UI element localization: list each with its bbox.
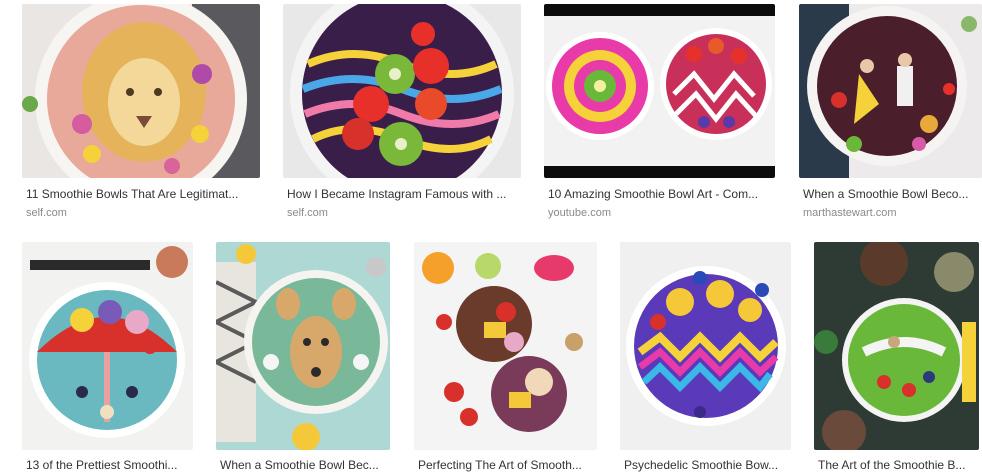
result-card-7[interactable]: Perfecting The Art of Smooth... [414, 242, 597, 473]
result-source: youtube.com [548, 207, 611, 219]
green-smoothie-bowls-image[interactable] [814, 242, 979, 450]
lion-smoothie-bowl-image[interactable] [22, 4, 260, 178]
result-card-9[interactable]: The Art of the Smoothie B... [814, 242, 979, 473]
result-caption[interactable]: When a Smoothie Bowl Bec... [220, 458, 386, 472]
result-card-6[interactable]: When a Smoothie Bowl Bec... [216, 242, 390, 473]
deer-smoothie-bowl-image[interactable] [216, 242, 390, 450]
fruit-bowls-image[interactable] [414, 242, 597, 450]
flower-smoothie-bowl-image[interactable] [22, 242, 193, 450]
result-source: marthastewart.com [803, 207, 897, 219]
kiwi-rainbow-smoothie-bowl-image[interactable] [283, 4, 521, 178]
result-caption[interactable]: 10 Amazing Smoothie Bowl Art - Com... [548, 187, 769, 201]
result-card-3[interactable]: 10 Amazing Smoothie Bowl Art - Com... yo… [544, 4, 775, 222]
result-card-4[interactable]: When a Smoothie Bowl Beco... marthastewa… [799, 4, 982, 222]
result-caption[interactable]: 13 of the Prettiest Smoothi... [26, 458, 189, 472]
result-caption[interactable]: 11 Smoothie Bowls That Are Legitimat... [26, 187, 254, 201]
result-caption[interactable]: When a Smoothie Bowl Beco... [803, 187, 978, 201]
result-source: self.com [287, 207, 328, 219]
result-card-5[interactable]: 13 of the Prettiest Smoothi... [22, 242, 193, 473]
dancers-smoothie-bowl-image[interactable] [799, 4, 982, 178]
result-caption[interactable]: Perfecting The Art of Smooth... [418, 458, 593, 472]
result-caption[interactable]: Psychedelic Smoothie Bow... [624, 458, 787, 472]
psychedelic-smoothie-bowl-image[interactable] [620, 242, 791, 450]
result-caption[interactable]: The Art of the Smoothie B... [818, 458, 975, 472]
result-source: self.com [26, 207, 67, 219]
result-caption[interactable]: How I Became Instagram Famous with ... [287, 187, 515, 201]
mandala-smoothie-bowls-image[interactable] [544, 4, 775, 178]
result-card-8[interactable]: Psychedelic Smoothie Bow... [620, 242, 791, 473]
result-card-1[interactable]: 11 Smoothie Bowls That Are Legitimat... … [22, 4, 260, 222]
result-card-2[interactable]: How I Became Instagram Famous with ... s… [283, 4, 521, 222]
